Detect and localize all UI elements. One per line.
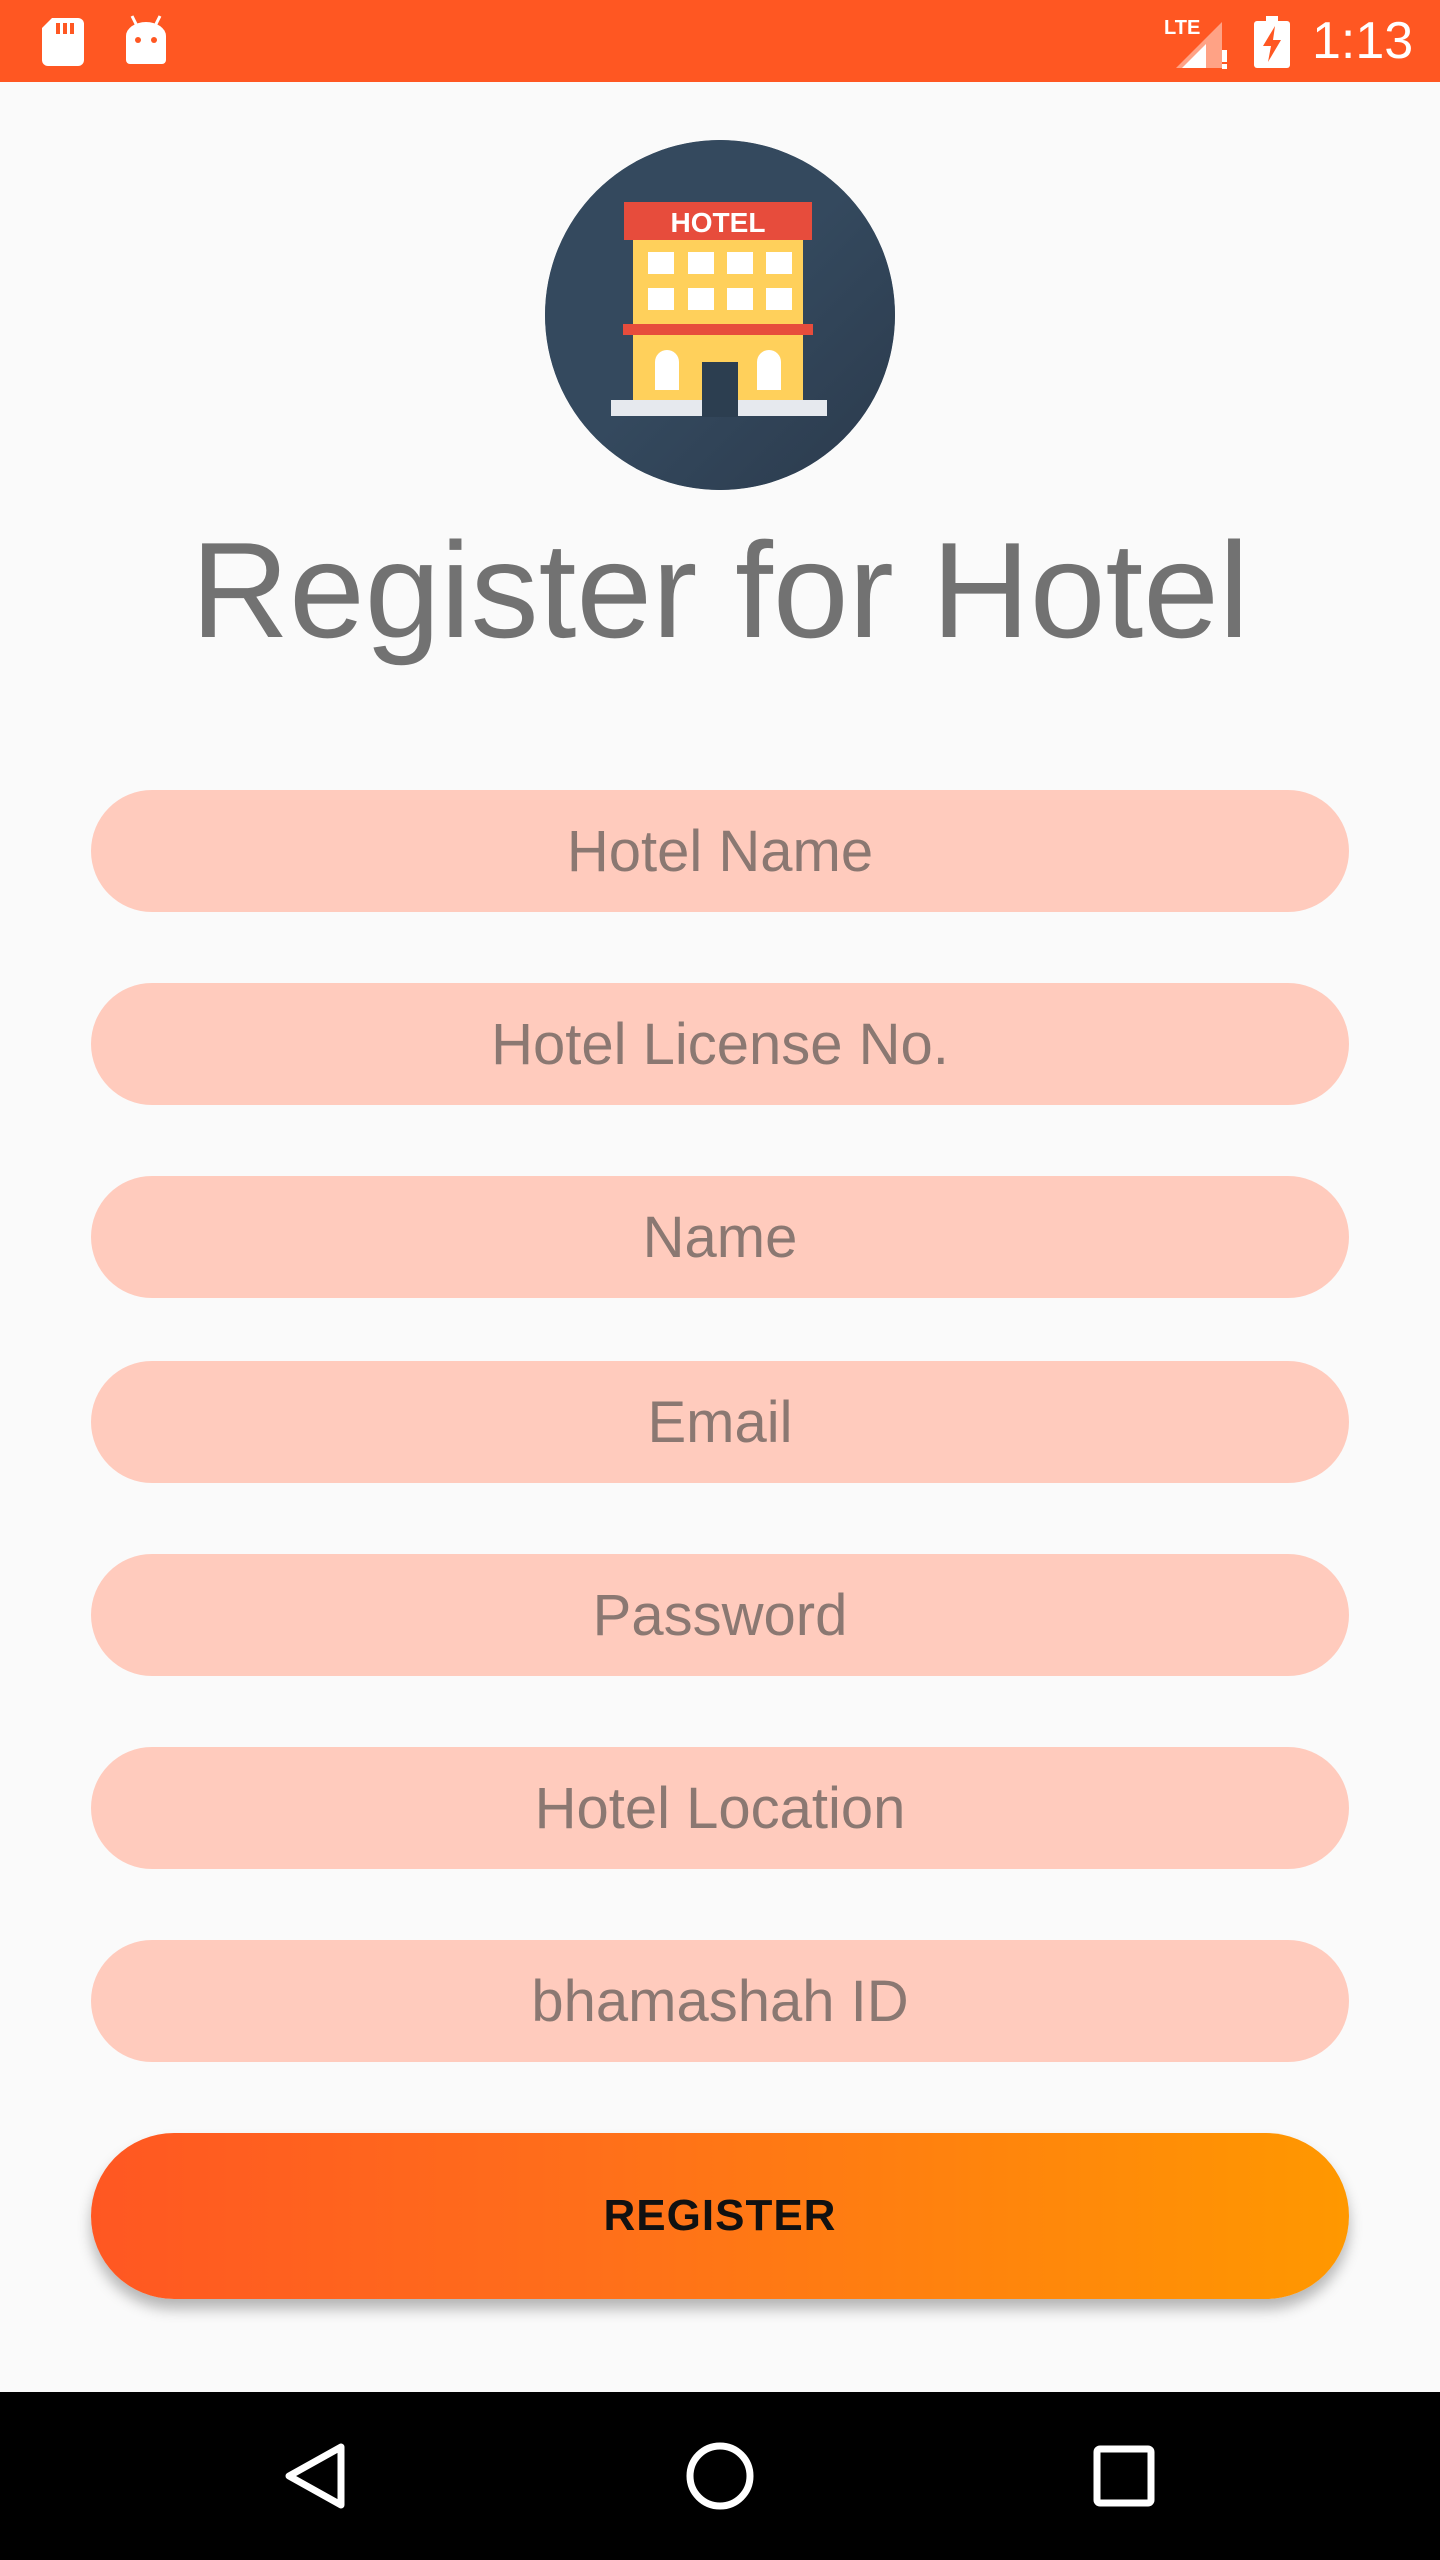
svg-text:LTE: LTE [1164, 17, 1200, 39]
navigation-bar [0, 2392, 1440, 2560]
page-title: Register for Hotel [190, 514, 1250, 666]
hotel-license-input[interactable] [91, 983, 1349, 1105]
recents-button[interactable] [1074, 2426, 1174, 2526]
register-button[interactable]: REGISTER [91, 2133, 1349, 2299]
back-button[interactable] [266, 2426, 366, 2526]
home-button[interactable] [670, 2426, 770, 2526]
name-input[interactable] [91, 1176, 1349, 1298]
sd-card-icon [42, 18, 84, 71]
home-icon [686, 2442, 754, 2510]
lte-signal-icon: LTE [1160, 14, 1230, 75]
register-screen: LTE 1:13 HOTEL Register for Hotel Hotel … [0, 0, 1440, 2560]
hotel-location-input[interactable] [91, 1747, 1349, 1869]
hotel-name-input[interactable] [91, 790, 1349, 912]
back-icon [285, 2443, 345, 2509]
recents-icon [1093, 2445, 1155, 2507]
android-icon [124, 14, 168, 69]
battery-charging-icon [1254, 16, 1290, 73]
hotel-sign-text: HOTEL [671, 207, 766, 238]
status-clock: 1:13 [1312, 12, 1414, 70]
email-input[interactable] [91, 1361, 1349, 1483]
hotel-logo: HOTEL [545, 140, 895, 490]
status-bar: LTE 1:13 [0, 0, 1440, 82]
password-input[interactable] [91, 1554, 1349, 1676]
hotel-building-icon: HOTEL [545, 140, 895, 490]
bhamashah-id-input[interactable] [91, 1940, 1349, 2062]
